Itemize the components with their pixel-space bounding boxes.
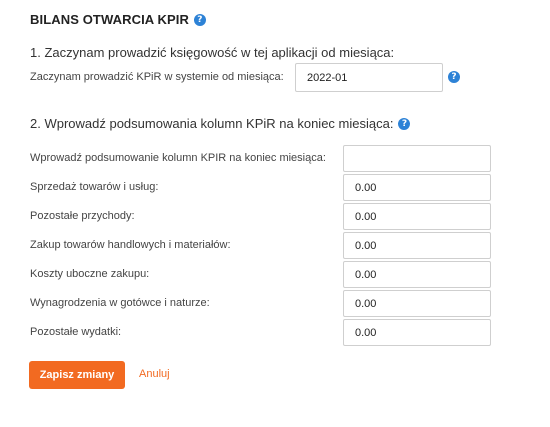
section-2-heading: 2. Wprowadź podsumowania kolumn KPiR na …	[30, 116, 411, 131]
start-month-help-icon[interactable]: ?	[448, 71, 460, 83]
section-2-heading-text: 2. Wprowadź podsumowania kolumn KPiR na …	[30, 116, 394, 131]
other-income-input[interactable]: 0.00	[343, 203, 491, 230]
help-icon[interactable]: ?	[193, 13, 206, 26]
salaries-label: Wynagrodzenia w gotówce i naturze:	[30, 297, 210, 309]
sales-label: Sprzedaż towarów i usług:	[30, 181, 159, 193]
page-title: BILANS OTWARCIA KPIR ?	[30, 12, 206, 27]
sales-input[interactable]: 0.00	[343, 174, 491, 201]
section-1-heading: 1. Zaczynam prowadzić księgowość w tej a…	[30, 45, 394, 60]
section-1-heading-text: 1. Zaczynam prowadzić księgowość w tej a…	[30, 45, 395, 60]
cancel-link[interactable]: Anuluj	[139, 368, 170, 380]
help-icon[interactable]: ?	[398, 117, 411, 130]
save-button[interactable]: Zapisz zmiany	[29, 361, 125, 389]
summary-input[interactable]	[343, 145, 491, 172]
salaries-input[interactable]: 0.00	[343, 290, 491, 317]
other-expenses-label: Pozostałe wydatki:	[30, 326, 122, 338]
side-costs-label: Koszty uboczne zakupu:	[30, 268, 150, 280]
summary-label: Wprowadź podsumowanie kolumn KPIR na kon…	[30, 152, 326, 164]
side-costs-input[interactable]: 0.00	[343, 261, 491, 288]
goods-purchase-input[interactable]: 0.00	[343, 232, 491, 259]
start-month-label: Zaczynam prowadzić KPiR w systemie od mi…	[30, 71, 284, 83]
start-month-input[interactable]: 2022-01	[295, 63, 443, 92]
goods-purchase-label: Zakup towarów handlowych i materiałów:	[30, 239, 231, 251]
other-income-label: Pozostałe przychody:	[30, 210, 135, 222]
other-expenses-input[interactable]: 0.00	[343, 319, 491, 346]
page-title-text: BILANS OTWARCIA KPIR	[30, 12, 189, 27]
